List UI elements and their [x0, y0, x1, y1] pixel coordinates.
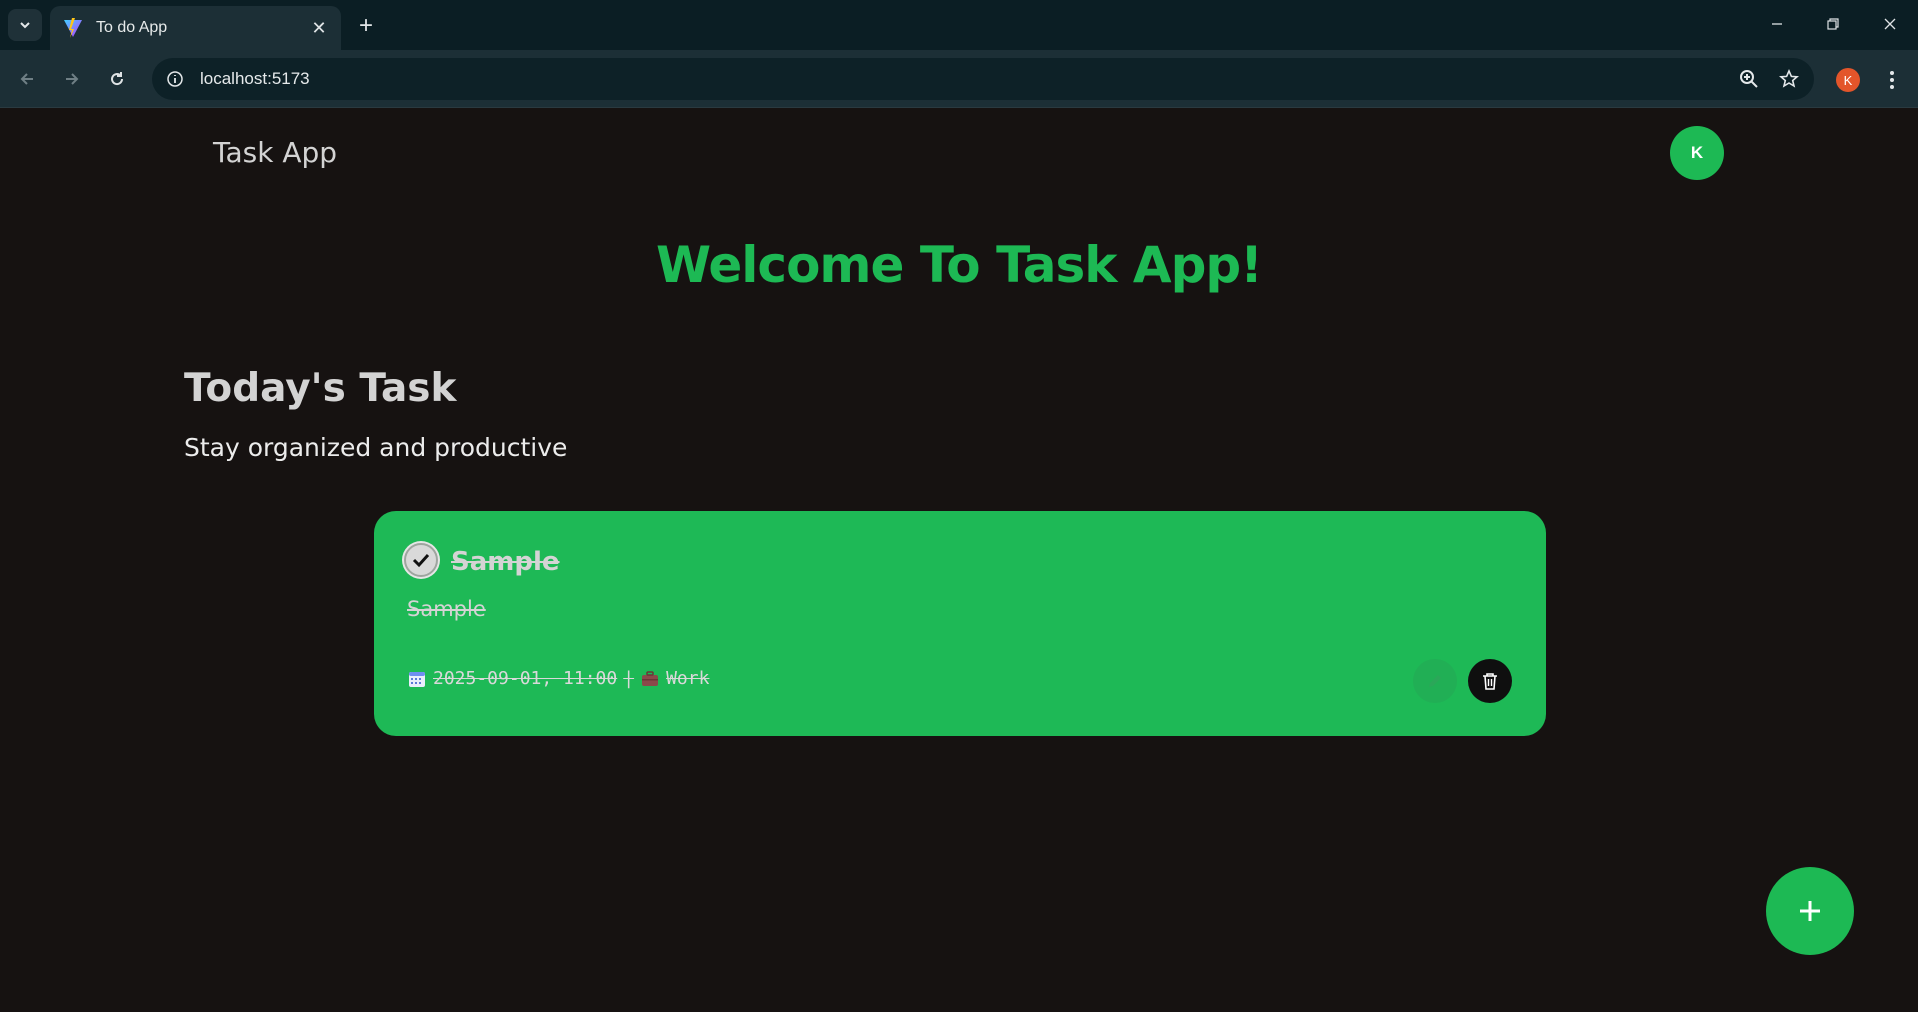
- browser-tab-bar: To do App ✕ +: [0, 0, 1918, 50]
- plus-icon: [1800, 901, 1820, 921]
- browser-toolbar: localhost:5173 K: [0, 50, 1918, 108]
- task-category: Work: [666, 668, 710, 689]
- url-text[interactable]: localhost:5173: [200, 69, 1734, 89]
- bookmark-star-icon[interactable]: [1774, 64, 1804, 94]
- delete-task-button[interactable]: [1468, 659, 1512, 703]
- close-window-icon[interactable]: [1873, 10, 1907, 38]
- site-info-icon[interactable]: [162, 66, 188, 92]
- task-card: Sample Sample 2025-09-01, 11:00 | Work: [374, 511, 1546, 736]
- vite-logo-icon: [64, 18, 82, 38]
- add-task-button[interactable]: [1766, 867, 1854, 955]
- meta-separator: |: [623, 668, 635, 689]
- task-datetime: 2025-09-01, 11:00: [433, 668, 618, 689]
- new-tab-button[interactable]: +: [352, 12, 380, 40]
- browser-tab[interactable]: To do App ✕: [50, 6, 341, 50]
- user-avatar[interactable]: K: [1670, 126, 1724, 180]
- tab-search-button[interactable]: [8, 9, 42, 41]
- briefcase-icon: [640, 669, 660, 689]
- zoom-icon[interactable]: [1734, 64, 1764, 94]
- arrow-left-icon: [20, 73, 33, 85]
- section-subtitle: Stay organized and productive: [184, 433, 568, 462]
- task-title: Sample: [451, 547, 560, 577]
- close-tab-icon[interactable]: ✕: [309, 18, 329, 38]
- calendar-icon: [407, 669, 427, 689]
- more-menu-icon[interactable]: [1880, 66, 1904, 94]
- edit-task-button[interactable]: [1413, 659, 1457, 703]
- task-meta: 2025-09-01, 11:00 | Work: [407, 668, 709, 689]
- forward-button[interactable]: [55, 62, 89, 96]
- section-title: Today's Task: [184, 366, 457, 411]
- address-bar[interactable]: localhost:5173: [152, 58, 1814, 100]
- check-icon: [412, 553, 430, 568]
- minimize-icon[interactable]: [1760, 10, 1794, 38]
- profile-avatar[interactable]: K: [1836, 68, 1860, 92]
- tab-title: To do App: [96, 19, 168, 36]
- welcome-heading: Welcome To Task App!: [656, 236, 1263, 294]
- app-brand[interactable]: Task App: [213, 136, 337, 169]
- task-complete-checkbox[interactable]: [404, 543, 438, 577]
- back-button[interactable]: [10, 62, 44, 96]
- reload-button[interactable]: [100, 62, 134, 96]
- trash-icon: [1483, 673, 1497, 690]
- task-description: Sample: [407, 597, 486, 621]
- arrow-right-icon: [66, 73, 79, 85]
- pencil-icon: [1429, 675, 1441, 687]
- restore-icon[interactable]: [1816, 10, 1850, 38]
- reload-icon: [111, 72, 124, 86]
- chevron-down-icon: [20, 22, 30, 29]
